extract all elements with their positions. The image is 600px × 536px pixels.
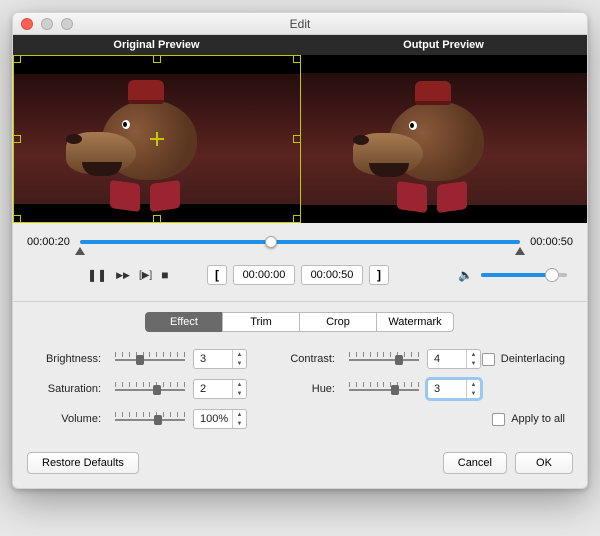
brightness-label: Brightness: — [35, 353, 107, 365]
brightness-slider[interactable] — [115, 352, 185, 366]
apply-all-label: Apply to all — [511, 413, 565, 425]
effect-settings: Brightness: 3▲▼ Contrast: 4▲▼ Deinterlac… — [13, 344, 587, 444]
deinterlacing-checkbox[interactable] — [482, 353, 495, 366]
maximize-icon[interactable] — [61, 18, 73, 30]
saturation-label: Saturation: — [35, 383, 107, 395]
contrast-slider[interactable] — [349, 352, 419, 366]
edit-window: Edit Original Preview Output Preview — [12, 12, 588, 489]
cancel-button[interactable]: Cancel — [443, 452, 507, 474]
pause-icon[interactable]: ❚❚ — [87, 268, 107, 282]
volume-slider[interactable] — [481, 273, 567, 277]
tab-watermark[interactable]: Watermark — [376, 312, 454, 332]
traffic-lights — [13, 18, 73, 30]
crop-handle-icon[interactable] — [153, 215, 161, 223]
timeline: 00:00:20 00:00:50 — [13, 223, 587, 253]
set-in-button[interactable]: [ — [207, 265, 227, 285]
tab-effect[interactable]: Effect — [145, 312, 223, 332]
timeline-track[interactable] — [80, 235, 520, 249]
transport-controls: ❚❚ ▶▶ [▶] ■ [ 00:00:00 00:00:50 ] 🔈 — [13, 253, 587, 302]
crop-handle-icon[interactable] — [293, 215, 301, 223]
crop-handle-icon[interactable] — [13, 215, 21, 223]
stop-icon[interactable]: ■ — [161, 268, 168, 282]
output-preview-label: Output Preview — [300, 35, 587, 55]
window-title: Edit — [13, 17, 587, 31]
in-marker-icon[interactable] — [75, 247, 85, 255]
volume-label: Volume: — [35, 413, 107, 425]
original-preview-label: Original Preview — [13, 35, 300, 55]
volume-icon[interactable]: 🔈 — [458, 268, 473, 282]
fast-forward-icon[interactable]: ▶▶ — [116, 270, 130, 281]
preview-panes — [13, 55, 587, 223]
tabs: EffectTrimCropWatermark — [13, 302, 587, 344]
step-icon[interactable]: [▶] — [139, 270, 152, 281]
crop-handle-icon[interactable] — [13, 55, 21, 63]
crop-handle-icon[interactable] — [293, 135, 301, 143]
out-marker-icon[interactable] — [515, 247, 525, 255]
video-frame-original — [94, 82, 224, 212]
hue-stepper[interactable]: 3▲▼ — [427, 379, 481, 399]
minimize-icon[interactable] — [41, 18, 53, 30]
titlebar[interactable]: Edit — [13, 13, 587, 35]
timeline-start-time: 00:00:20 — [27, 236, 70, 248]
tab-trim[interactable]: Trim — [222, 312, 300, 332]
crop-center-icon[interactable] — [150, 132, 164, 146]
apply-all-checkbox[interactable] — [492, 413, 505, 426]
tab-crop[interactable]: Crop — [299, 312, 377, 332]
crop-handle-icon[interactable] — [13, 135, 21, 143]
output-preview — [301, 55, 587, 223]
crop-handle-icon[interactable] — [153, 55, 161, 63]
brightness-stepper[interactable]: 3▲▼ — [193, 349, 247, 369]
timeline-end-time: 00:00:50 — [530, 236, 573, 248]
preview-header: Original Preview Output Preview — [13, 35, 587, 55]
restore-defaults-button[interactable]: Restore Defaults — [27, 452, 139, 474]
dialog-buttons: Restore Defaults Cancel OK — [13, 444, 587, 488]
close-icon[interactable] — [21, 18, 33, 30]
video-frame-output — [381, 83, 511, 213]
set-out-button[interactable]: ] — [369, 265, 389, 285]
saturation-slider[interactable] — [115, 382, 185, 396]
deinterlacing-label: Deinterlacing — [501, 353, 565, 365]
in-time-field[interactable]: 00:00:00 — [233, 265, 295, 285]
ok-button[interactable]: OK — [515, 452, 573, 474]
hue-slider[interactable] — [349, 382, 419, 396]
playhead[interactable] — [265, 236, 277, 248]
out-time-field[interactable]: 00:00:50 — [301, 265, 363, 285]
effect-volume-slider[interactable] — [115, 412, 185, 426]
crop-handle-icon[interactable] — [293, 55, 301, 63]
effect-volume-stepper[interactable]: 100%▲▼ — [193, 409, 247, 429]
original-preview[interactable] — [13, 55, 301, 223]
hue-label: Hue: — [281, 383, 341, 395]
contrast-stepper[interactable]: 4▲▼ — [427, 349, 481, 369]
saturation-stepper[interactable]: 2▲▼ — [193, 379, 247, 399]
contrast-label: Contrast: — [281, 353, 341, 365]
